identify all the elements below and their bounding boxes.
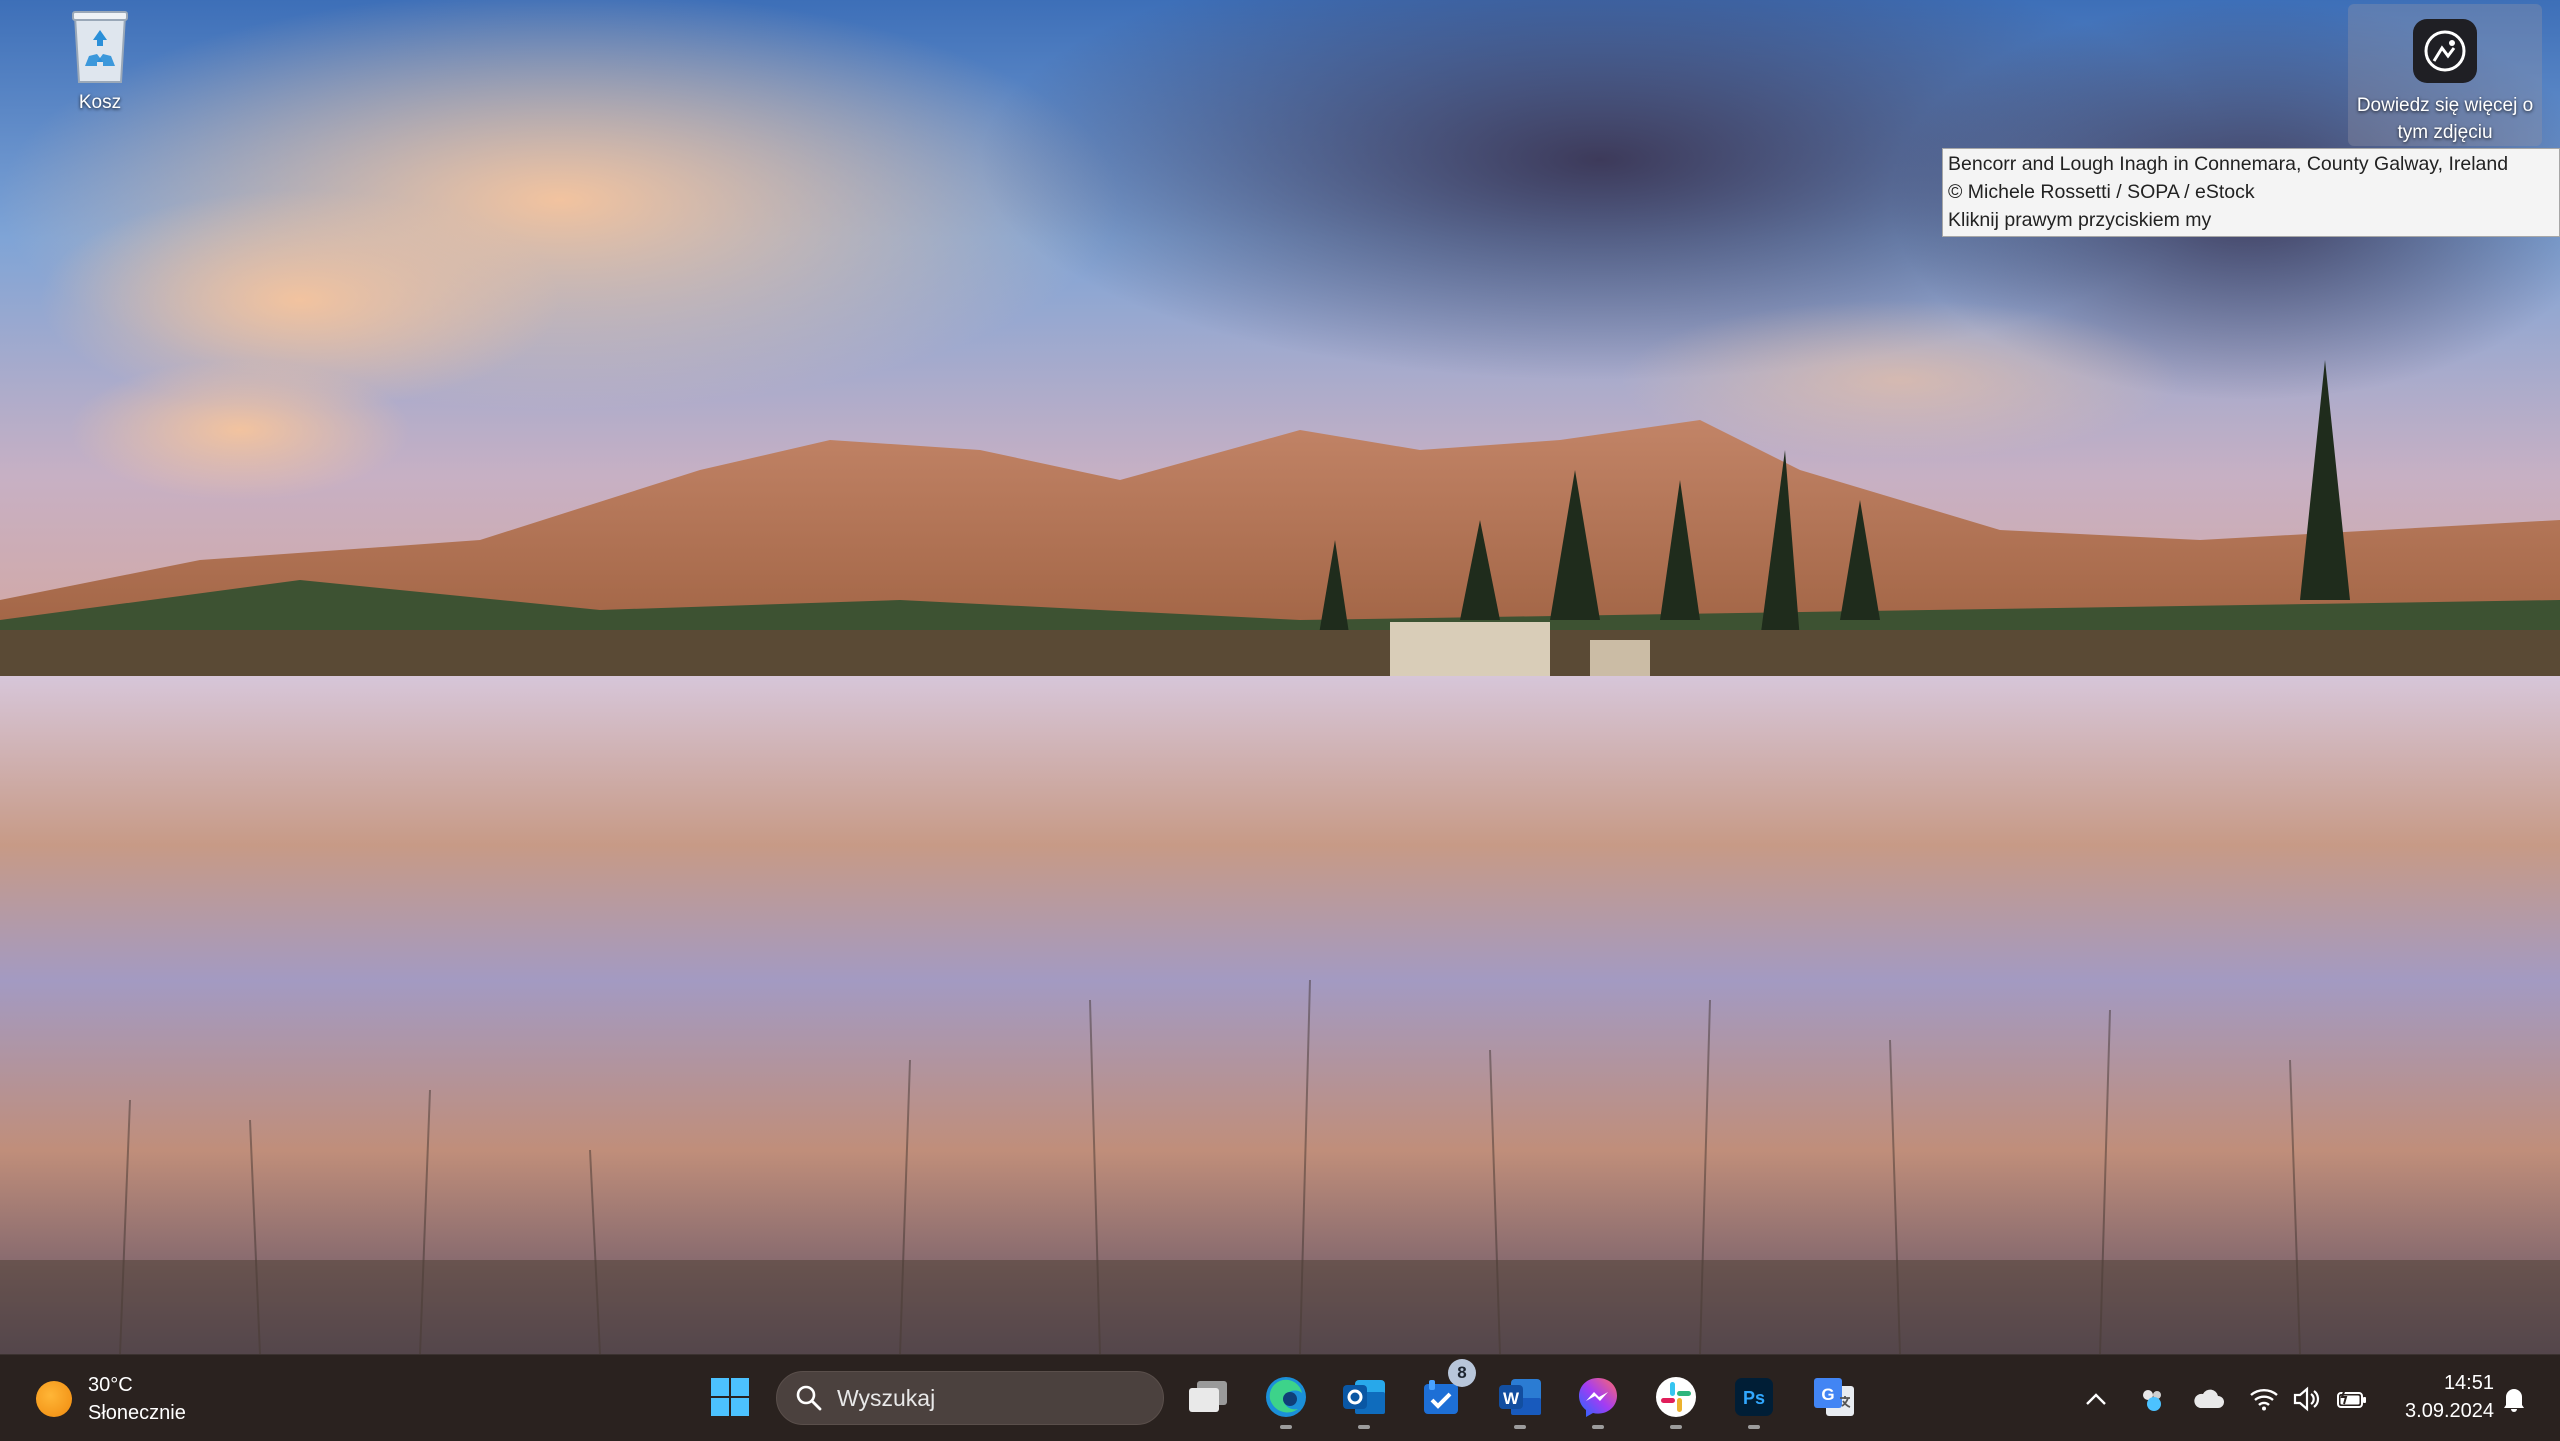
taskbar-app-translate[interactable]: G — [1806, 1369, 1862, 1425]
taskbar-app-todo[interactable]: 8 — [1414, 1359, 1476, 1425]
taskbar-app-messenger[interactable] — [1570, 1369, 1626, 1429]
clock-date: 3.09.2024 — [2405, 1400, 2494, 1422]
running-indicator — [1670, 1425, 1682, 1429]
taskbar-search-box[interactable]: Wyszukaj — [776, 1371, 1164, 1425]
camera-info-icon — [2412, 18, 2478, 84]
translate-icon: G — [1814, 1378, 1854, 1416]
recycle-bin-label: Kosz — [78, 92, 122, 113]
search-placeholder: Wyszukaj — [837, 1384, 936, 1411]
search-icon — [796, 1385, 822, 1411]
messenger-icon — [1579, 1378, 1617, 1417]
tooltip-line-copyright: © Michele Rossetti / SOPA / eStock — [1948, 181, 2255, 203]
translate-letter: G — [1821, 1385, 1834, 1404]
running-indicator — [1748, 1425, 1760, 1429]
desktop[interactable]: Kosz Dowiedz się więcej o tym zdjęciu Be… — [0, 0, 2560, 1354]
speaker-icon — [2293, 1386, 2320, 1412]
outlook-icon — [1343, 1380, 1385, 1414]
taskbar: 30°C Słonecznie Wyszukaj 8 W Ps G 14:51 … — [0, 1354, 2560, 1441]
tray-app-icon[interactable] — [2132, 1379, 2172, 1419]
sun-icon — [36, 1381, 72, 1417]
taskbar-app-photoshop[interactable]: Ps — [1726, 1369, 1782, 1429]
running-indicator — [1514, 1425, 1526, 1429]
wifi-icon — [2250, 1389, 2278, 1411]
learn-about-picture-label: Dowiedz się więcej o tym zdjęciu — [2356, 95, 2534, 143]
recycle-bin-icon — [69, 8, 131, 86]
photoshop-icon: Ps — [1735, 1378, 1773, 1416]
learn-about-picture-button[interactable]: Dowiedz się więcej o tym zdjęciu — [2348, 4, 2542, 146]
app-tray-icon — [2143, 1390, 2161, 1411]
running-indicator — [1280, 1425, 1292, 1429]
word-icon: W — [1499, 1379, 1541, 1415]
running-indicator — [1592, 1425, 1604, 1429]
clock-button[interactable]: 14:51 3.09.2024 — [2384, 1369, 2494, 1425]
notification-count-badge: 8 — [1448, 1359, 1476, 1387]
battery-charging-icon — [2337, 1388, 2366, 1408]
windows-logo-icon — [711, 1378, 749, 1416]
running-indicator — [1358, 1425, 1370, 1429]
word-letter: W — [1503, 1389, 1520, 1408]
chevron-up-icon — [2086, 1393, 2106, 1405]
task-view-button[interactable] — [1180, 1369, 1236, 1425]
bell-icon — [2504, 1389, 2524, 1412]
network-button[interactable] — [2244, 1379, 2284, 1419]
weather-condition: Słonecznie — [88, 1402, 186, 1424]
slack-icon — [1656, 1377, 1696, 1417]
photoshop-letters: Ps — [1743, 1388, 1765, 1408]
weather-temperature: 30°C — [88, 1374, 133, 1396]
weather-widget[interactable]: 30°C Słonecznie — [36, 1373, 186, 1425]
clock-time: 14:51 — [2443, 1372, 2494, 1394]
taskbar-app-word[interactable]: W — [1492, 1369, 1548, 1429]
start-button[interactable] — [702, 1369, 758, 1425]
notifications-button[interactable] — [2494, 1379, 2534, 1419]
battery-button[interactable] — [2332, 1379, 2372, 1419]
picture-info-tooltip: Bencorr and Lough Inagh in Connemara, Co… — [1942, 148, 2560, 237]
show-hidden-icons-button[interactable] — [2076, 1379, 2116, 1419]
taskbar-app-outlook[interactable] — [1336, 1369, 1392, 1429]
taskbar-app-slack[interactable] — [1648, 1369, 1704, 1429]
tooltip-line-hint: Kliknij prawym przyciskiem my — [1948, 209, 2212, 231]
onedrive-button[interactable] — [2188, 1379, 2228, 1419]
edge-icon — [1266, 1377, 1306, 1417]
recycle-bin-shortcut[interactable]: Kosz — [40, 8, 160, 114]
task-view-icon — [1189, 1381, 1227, 1412]
volume-button[interactable] — [2286, 1379, 2326, 1419]
taskbar-app-edge[interactable] — [1258, 1369, 1314, 1429]
cloud-icon — [2194, 1389, 2224, 1408]
tooltip-line-title: Bencorr and Lough Inagh in Connemara, Co… — [1948, 153, 2509, 175]
